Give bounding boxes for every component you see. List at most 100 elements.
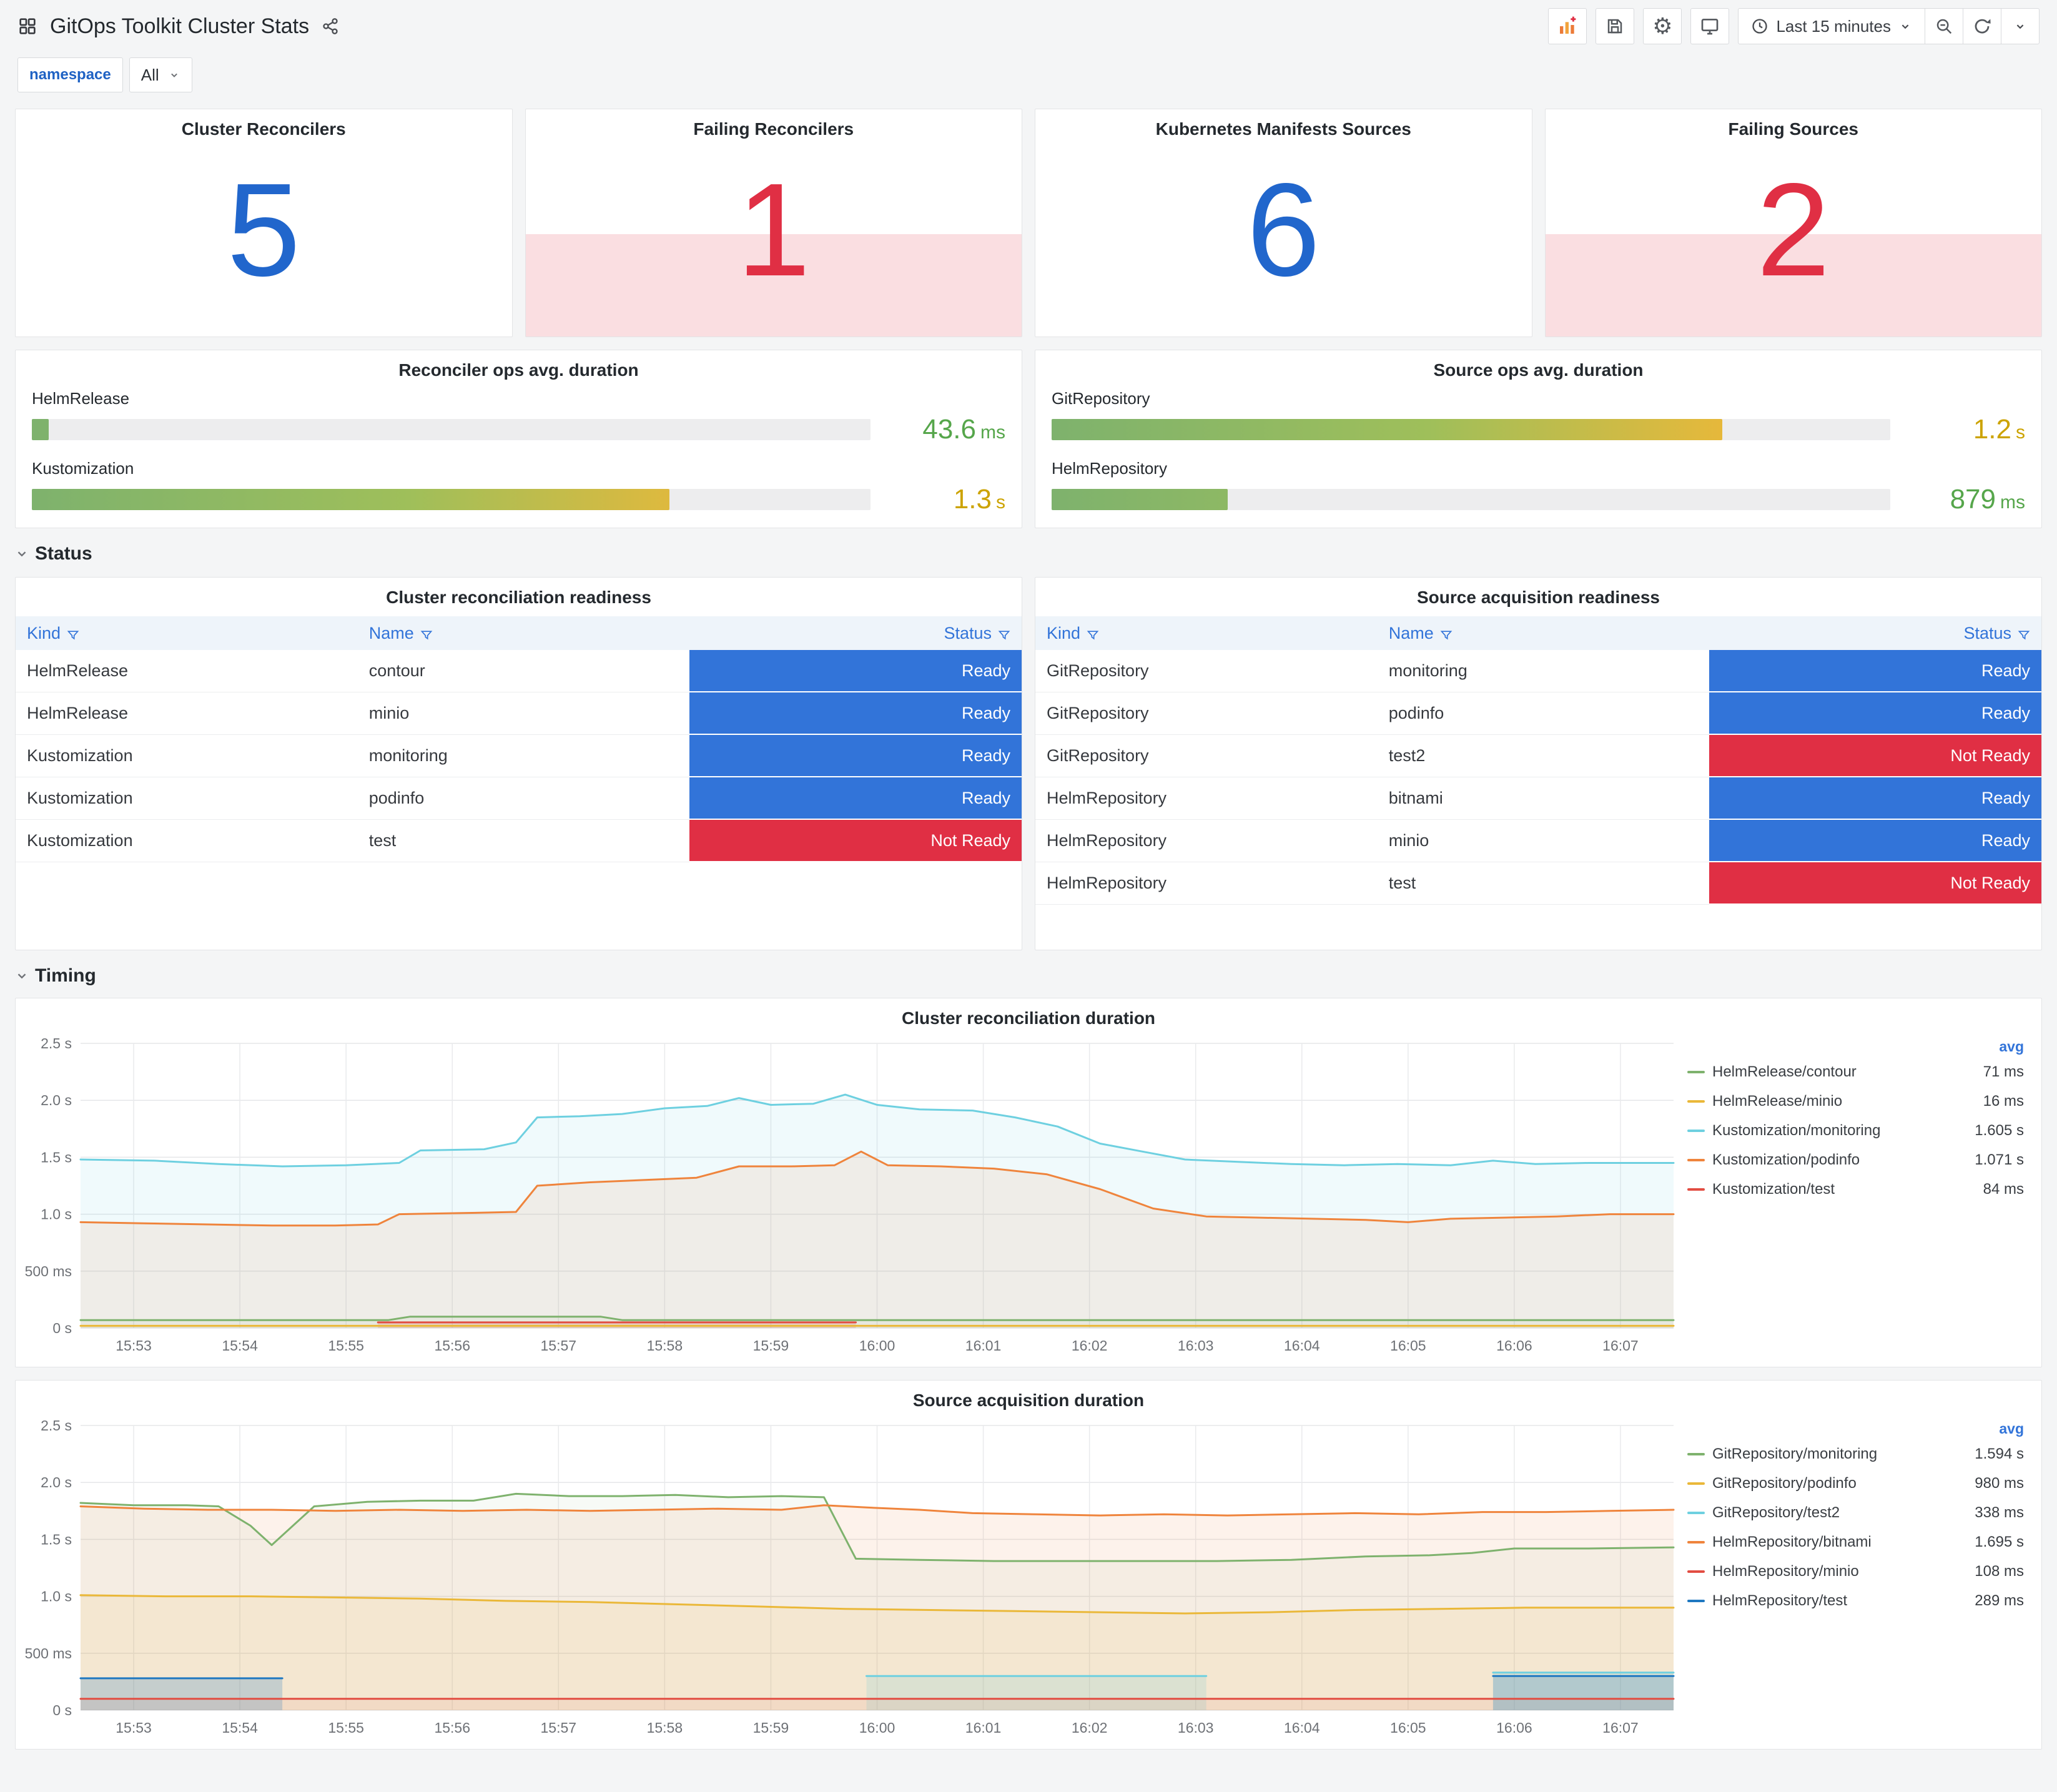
cell-name: minio [1377, 819, 1710, 862]
filter-funnel-icon[interactable] [2018, 629, 2030, 641]
cycle-view-mode-button[interactable] [1690, 8, 1730, 44]
legend-series-name[interactable]: HelmRepository/bitnami [1712, 1534, 1872, 1551]
svg-text:16:02: 16:02 [1072, 1337, 1108, 1354]
variable-value-dropdown[interactable]: All [129, 57, 192, 92]
column-header-status[interactable]: Status [1709, 616, 2041, 650]
save-dashboard-button[interactable] [1596, 8, 1635, 44]
series-color-swatch [1687, 1570, 1705, 1573]
column-header-kind[interactable]: Kind [1035, 616, 1378, 650]
panel-title[interactable]: Failing Sources [1546, 109, 2042, 144]
legend-series-name[interactable]: HelmRepository/minio [1712, 1563, 1859, 1580]
svg-text:16:00: 16:00 [859, 1720, 895, 1736]
panel-title[interactable]: Kubernetes Manifests Sources [1035, 109, 1532, 144]
panel-title[interactable]: Source ops avg. duration [1052, 350, 2025, 385]
legend-series-name[interactable]: Kustomization/podinfo [1712, 1151, 1860, 1169]
filter-funnel-icon[interactable] [420, 629, 433, 641]
legend-item: GitRepository/monitoring 1.594 s [1687, 1439, 2024, 1469]
cell-kind: GitRepository [1035, 650, 1378, 692]
svg-text:1.5 s: 1.5 s [41, 1531, 72, 1547]
legend-series-name[interactable]: HelmRepository/test [1712, 1592, 1847, 1610]
table-row: HelmRelease contour Ready [16, 650, 1022, 692]
panel-title[interactable]: Source acquisition readiness [1035, 578, 2041, 613]
bargauge-label: GitRepository [1052, 389, 1150, 408]
filter-funnel-icon[interactable] [998, 629, 1010, 641]
svg-text:16:05: 16:05 [1390, 1337, 1426, 1354]
filter-funnel-icon[interactable] [1440, 629, 1453, 641]
legend-series-name[interactable]: GitRepository/podinfo [1712, 1475, 1857, 1492]
svg-text:16:03: 16:03 [1178, 1337, 1214, 1354]
legend-series-name[interactable]: Kustomization/test [1712, 1181, 1835, 1198]
legend-item: HelmRepository/test 289 ms [1687, 1586, 2024, 1615]
chevron-down-icon [168, 69, 180, 81]
variable-selected-value: All [141, 65, 159, 84]
stat-value: 6 [1246, 155, 1321, 303]
bargauge-track [32, 419, 871, 440]
panel-title[interactable]: Cluster reconciliation readiness [16, 578, 1022, 613]
svg-text:2.5 s: 2.5 s [41, 1417, 72, 1434]
dashboard-settings-button[interactable]: ⚙ [1643, 8, 1682, 44]
dashboard-title: GitOps Toolkit Cluster Stats [50, 14, 310, 38]
bargauge-panel-reconciler-ops-avg-duration: Reconciler ops avg. duration HelmRelease… [15, 350, 1022, 528]
panel-title[interactable]: Reconciler ops avg. duration [32, 350, 1005, 385]
legend-series-name[interactable]: GitRepository/monitoring [1712, 1445, 1877, 1463]
panel-title[interactable]: Failing Reconcilers [526, 109, 1022, 144]
panel-title[interactable]: Cluster Reconcilers [16, 109, 512, 144]
column-header-kind[interactable]: Kind [16, 616, 358, 650]
column-header-status[interactable]: Status [689, 616, 1022, 650]
dashboard-grid-icon[interactable] [17, 16, 37, 36]
chart-plot-area[interactable]: 0 s 500 ms 1.0 s 1.5 s 2.0 s 2.5 s 15:53 15:54 1… [21, 1415, 1684, 1739]
section-label: Status [35, 543, 92, 564]
bargauge-value: 1.2 s [1973, 414, 2025, 445]
timeseries-canvas[interactable]: 0 s 500 ms 1.0 s 1.5 s 2.0 s 2.5 s 15:53 15:54 1… [21, 1033, 1684, 1357]
row-toggle-timing[interactable]: Timing [15, 965, 2042, 987]
refresh-icon [1973, 17, 1991, 36]
bargauge-row-kustomization: Kustomization 1.3 s [32, 459, 1005, 515]
panel-title[interactable]: Source acquisition duration [21, 1381, 2036, 1415]
add-panel-button[interactable] [1548, 8, 1587, 44]
svg-text:16:01: 16:01 [965, 1720, 1002, 1736]
gear-icon: ⚙ [1652, 13, 1673, 39]
bargauge-label: HelmRelease [32, 389, 130, 408]
series-color-swatch [1687, 1129, 1705, 1132]
panel-title[interactable]: Cluster reconciliation duration [21, 998, 2036, 1033]
time-range-label: Last 15 minutes [1776, 16, 1891, 36]
refresh-button[interactable] [1963, 8, 2001, 44]
legend-series-name[interactable]: HelmRelease/minio [1712, 1093, 1842, 1110]
legend-avg-header[interactable]: avg [1687, 1036, 2024, 1057]
table-row: GitRepository test2 Not Ready [1035, 734, 2041, 777]
zoom-out-button[interactable] [1925, 8, 1963, 44]
cell-status: Ready [1709, 777, 2041, 820]
row-toggle-status[interactable]: Status [15, 543, 2042, 564]
svg-text:1.0 s: 1.0 s [41, 1206, 72, 1223]
legend-series-name[interactable]: GitRepository/test2 [1712, 1504, 1840, 1522]
series-color-swatch [1687, 1070, 1705, 1073]
refresh-interval-button[interactable] [2001, 8, 2040, 44]
bargauge-track [1052, 489, 1890, 510]
stats-row: Cluster Reconcilers 5 Failing Reconciler… [15, 109, 2042, 337]
svg-text:15:58: 15:58 [647, 1720, 683, 1736]
cell-kind: Kustomization [16, 734, 358, 777]
legend-series-name[interactable]: HelmRelease/contour [1712, 1063, 1857, 1081]
legend-item: GitRepository/test2 338 ms [1687, 1498, 2024, 1527]
column-header-name[interactable]: Name [357, 616, 690, 650]
chart-plot-area[interactable]: 0 s 500 ms 1.0 s 1.5 s 2.0 s 2.5 s 15:53 15:54 1… [21, 1033, 1684, 1357]
filter-funnel-icon[interactable] [1087, 629, 1099, 641]
cell-name: test [1377, 862, 1710, 905]
legend-avg-header[interactable]: avg [1687, 1418, 2024, 1439]
gauges-row: Reconciler ops avg. duration HelmRelease… [15, 350, 2042, 528]
time-range-button[interactable]: Last 15 minutes [1738, 8, 1925, 44]
filter-funnel-icon[interactable] [67, 629, 79, 641]
stat-panel-cluster-reconcilers: Cluster Reconcilers 5 [15, 109, 513, 337]
cell-name: podinfo [357, 777, 690, 820]
svg-text:15:56: 15:56 [434, 1720, 470, 1736]
legend-item: HelmRelease/contour 71 ms [1687, 1057, 2024, 1086]
timeseries-canvas[interactable]: 0 s 500 ms 1.0 s 1.5 s 2.0 s 2.5 s 15:53 15:54 1… [21, 1415, 1684, 1739]
share-icon[interactable] [322, 17, 339, 35]
chart-legend: avg GitRepository/monitoring 1.594 s Git… [1684, 1415, 2036, 1739]
series-color-swatch [1687, 1188, 1705, 1191]
table-row: GitRepository podinfo Ready [1035, 692, 2041, 735]
legend-series-name[interactable]: Kustomization/monitoring [1712, 1122, 1880, 1140]
column-header-name[interactable]: Name [1377, 616, 1710, 650]
series-color-swatch [1687, 1511, 1705, 1514]
svg-text:15:53: 15:53 [116, 1720, 152, 1736]
